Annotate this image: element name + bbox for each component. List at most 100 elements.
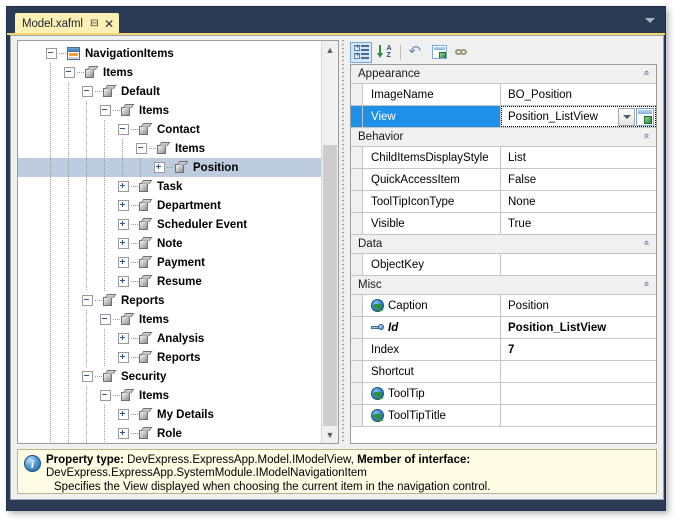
chevron-up-icon[interactable]: « — [641, 133, 652, 139]
expand-icon[interactable] — [118, 219, 129, 230]
tree-node[interactable]: Position — [18, 158, 323, 177]
property-row[interactable]: ChildItemsDisplayStyle List — [351, 147, 656, 169]
chevron-up-icon[interactable]: « — [641, 281, 652, 287]
property-value[interactable]: 7 — [501, 339, 656, 360]
property-row[interactable]: ToolTipTitle — [351, 405, 656, 427]
property-row[interactable]: QuickAccessItem False — [351, 169, 656, 191]
property-grid[interactable]: Appearance « ImageName BO_Position View Posit… — [350, 64, 657, 444]
property-value-input[interactable]: Position_ListView — [502, 111, 618, 123]
categorized-button[interactable] — [350, 41, 372, 63]
scroll-down-icon[interactable]: ▼ — [322, 426, 338, 443]
expand-icon[interactable] — [118, 181, 129, 192]
expand-icon[interactable] — [154, 162, 165, 173]
property-category-row[interactable]: Appearance « — [351, 65, 656, 84]
property-row[interactable]: ToolTipIconType None — [351, 191, 656, 213]
collapse-icon[interactable] — [64, 67, 75, 78]
property-category-row[interactable]: Behavior « — [351, 128, 656, 147]
collapse-icon[interactable] — [136, 143, 147, 154]
property-value[interactable] — [501, 254, 656, 275]
property-row[interactable]: ToolTip — [351, 383, 656, 405]
property-row[interactable]: Caption Position — [351, 295, 656, 317]
tree-node[interactable]: User — [18, 443, 323, 444]
close-icon[interactable]: ✕ — [104, 18, 114, 30]
collapse-icon[interactable] — [82, 86, 93, 97]
tree-node[interactable]: Task — [18, 177, 323, 196]
property-value[interactable]: None — [501, 191, 656, 212]
chevron-up-icon[interactable]: « — [641, 70, 652, 76]
collapse-icon[interactable] — [100, 105, 111, 116]
property-value[interactable]: List — [501, 147, 656, 168]
collapse-icon[interactable] — [100, 314, 111, 325]
property-category-row[interactable]: Data « — [351, 235, 656, 254]
property-value[interactable]: False — [501, 169, 656, 190]
expand-icon[interactable] — [118, 428, 129, 439]
tree-node[interactable]: Role — [18, 424, 323, 443]
collapse-icon[interactable] — [82, 371, 93, 382]
events-button[interactable] — [451, 42, 473, 63]
tree-node[interactable]: Items — [18, 386, 323, 405]
tab-model-xafml[interactable]: Model.xafml ⊟ ✕ — [15, 13, 120, 34]
property-value-editor[interactable]: Position_ListView — [501, 106, 656, 127]
collapse-icon[interactable] — [100, 390, 111, 401]
collapse-icon[interactable] — [82, 295, 93, 306]
property-row-gutter — [351, 169, 363, 190]
property-value[interactable]: Position_ListView — [501, 317, 656, 338]
tree-node[interactable]: Items — [18, 63, 323, 82]
tree-node[interactable]: Note — [18, 234, 323, 253]
alphabetical-button[interactable]: AZ — [373, 42, 395, 63]
property-value[interactable] — [501, 361, 656, 382]
expand-icon[interactable] — [118, 352, 129, 363]
tree-scrollbar[interactable]: ▲ ▼ — [321, 41, 338, 443]
property-value[interactable]: BO_Position — [501, 84, 656, 105]
collapse-icon[interactable] — [118, 124, 129, 135]
tree-node[interactable]: Payment — [18, 253, 323, 272]
expand-icon[interactable] — [118, 333, 129, 344]
expand-icon[interactable] — [118, 409, 129, 420]
scroll-up-icon[interactable]: ▲ — [322, 41, 338, 58]
tree-node[interactable]: Default — [18, 82, 323, 101]
property-value[interactable]: True — [501, 213, 656, 234]
tree-node[interactable]: Department — [18, 196, 323, 215]
tree-node[interactable]: Contact — [18, 120, 323, 139]
property-row[interactable]: ObjectKey — [351, 254, 656, 276]
tree-node[interactable]: Reports — [18, 348, 323, 367]
panel-splitter[interactable] — [339, 40, 347, 444]
property-row[interactable]: ImageName BO_Position — [351, 84, 656, 106]
tree-node[interactable]: Items — [18, 101, 323, 120]
property-row[interactable]: Index 7 — [351, 339, 656, 361]
tree-connector — [131, 357, 138, 358]
property-row[interactable]: Visible True — [351, 213, 656, 235]
expand-icon[interactable] — [118, 200, 129, 211]
tree-node[interactable]: Security — [18, 367, 323, 386]
collapse-icon[interactable] — [46, 48, 57, 59]
property-value[interactable]: Position — [501, 295, 656, 316]
property-row[interactable]: View Position_ListView — [351, 106, 656, 128]
property-row[interactable]: Id Position_ListView — [351, 317, 656, 339]
tree-node[interactable]: Resume — [18, 272, 323, 291]
scrollbar-thumb[interactable] — [323, 145, 337, 426]
property-name: View — [363, 106, 501, 127]
property-category-row[interactable]: Misc « — [351, 276, 656, 295]
pin-icon[interactable]: ⊟ — [90, 18, 99, 28]
node-cube-icon — [103, 294, 116, 307]
undo-button[interactable] — [405, 42, 427, 63]
tree-node[interactable]: Items — [18, 139, 323, 158]
tree-node[interactable]: Reports — [18, 291, 323, 310]
dropdown-button[interactable] — [618, 107, 635, 126]
window-dropdown-icon[interactable] — [645, 18, 655, 23]
property-pages-button[interactable] — [428, 42, 450, 63]
tree-node[interactable]: Items — [18, 310, 323, 329]
tree-node[interactable]: My Details — [18, 405, 323, 424]
tree-node[interactable]: Analysis — [18, 329, 323, 348]
tree-node[interactable]: Scheduler Event — [18, 215, 323, 234]
tree-node[interactable]: NavigationItems — [18, 44, 323, 63]
open-view-editor-button[interactable] — [636, 107, 654, 126]
expand-icon[interactable] — [118, 276, 129, 287]
expand-icon[interactable] — [118, 238, 129, 249]
property-value[interactable] — [501, 405, 656, 426]
model-tree[interactable]: NavigationItems Items Default Items Contact I… — [18, 41, 323, 443]
expand-icon[interactable] — [118, 257, 129, 268]
property-row[interactable]: Shortcut — [351, 361, 656, 383]
property-value[interactable] — [501, 383, 656, 404]
chevron-up-icon[interactable]: « — [641, 240, 652, 246]
